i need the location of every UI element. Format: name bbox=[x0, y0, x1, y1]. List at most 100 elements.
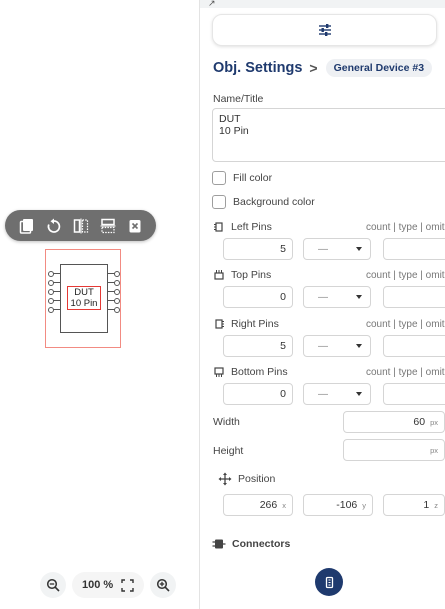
rotate-icon[interactable] bbox=[44, 216, 64, 236]
device-label: DUT 10 Pin bbox=[67, 286, 101, 310]
bottom-pins-label: Bottom Pins bbox=[231, 366, 288, 378]
height-input[interactable]: px bbox=[343, 439, 445, 461]
diagram-canvas[interactable]: DUT 10 Pin 100 % bbox=[0, 0, 200, 609]
position-y-input[interactable]: -106 y bbox=[303, 494, 373, 516]
connectors-label: Connectors bbox=[232, 538, 291, 550]
chip-icon bbox=[214, 270, 224, 280]
right-pins-header: Right Pins count | type | omit bbox=[213, 317, 445, 331]
device-label-line2: 10 Pin bbox=[70, 298, 98, 309]
zoom-in-button[interactable] bbox=[150, 572, 177, 598]
left-pin[interactable] bbox=[48, 271, 60, 277]
bottom-pins-hint: count | type | omit bbox=[366, 366, 445, 378]
left-pins-hint: count | type | omit bbox=[366, 221, 445, 233]
background-color-row[interactable]: Background color bbox=[212, 194, 315, 210]
position-z-unit: z bbox=[434, 500, 438, 510]
height-label: Height bbox=[213, 445, 244, 457]
left-pins-omit-input[interactable] bbox=[383, 238, 445, 260]
top-pins-type-select[interactable]: — bbox=[303, 286, 371, 308]
flip-horizontal-icon[interactable] bbox=[71, 216, 91, 236]
sliders-icon bbox=[318, 24, 331, 36]
connector-action-button[interactable] bbox=[315, 568, 343, 596]
right-pin[interactable] bbox=[108, 271, 120, 277]
breadcrumb: Obj. Settings > General Device #3 bbox=[213, 58, 433, 78]
left-pins-count: 5 bbox=[280, 243, 286, 255]
left-pins-count-input[interactable]: 5 bbox=[223, 238, 293, 260]
right-pin[interactable] bbox=[108, 298, 120, 304]
bottom-pins-count-input[interactable]: 0 bbox=[223, 383, 293, 405]
left-pin[interactable] bbox=[48, 298, 60, 304]
zoom-out-button[interactable] bbox=[40, 572, 66, 598]
bottom-pins-header: Bottom Pins count | type | omit bbox=[213, 365, 445, 379]
panel-top-strip: ↗ bbox=[200, 0, 445, 8]
right-pins-label: Right Pins bbox=[231, 318, 279, 330]
right-pin[interactable] bbox=[108, 307, 120, 313]
delete-icon[interactable] bbox=[125, 216, 145, 236]
chip-icon bbox=[214, 367, 224, 377]
flip-vertical-icon[interactable] bbox=[98, 216, 118, 236]
chip-icon bbox=[215, 319, 224, 329]
breadcrumb-title[interactable]: Obj. Settings bbox=[213, 60, 302, 76]
top-pins-hint: count | type | omit bbox=[366, 269, 445, 281]
position-y-unit: y bbox=[362, 500, 366, 510]
position-z-input[interactable]: 1 z bbox=[383, 494, 445, 516]
left-pin[interactable] bbox=[48, 307, 60, 313]
top-pins-count: 0 bbox=[280, 291, 286, 303]
zoom-level: 100 % bbox=[82, 579, 114, 591]
right-pins-hint: count | type | omit bbox=[366, 318, 445, 330]
position-y-value: -106 bbox=[336, 499, 358, 511]
bottom-pins-omit-input[interactable] bbox=[383, 383, 445, 405]
position-x-unit: x bbox=[282, 500, 286, 510]
bottom-pins-type-select[interactable]: — bbox=[303, 383, 371, 405]
bottom-pins-type: — bbox=[318, 388, 328, 400]
connectors-section[interactable]: Connectors bbox=[212, 537, 290, 551]
copy-icon[interactable] bbox=[17, 216, 37, 236]
left-pin[interactable] bbox=[48, 289, 60, 295]
position-x-value: 266 bbox=[259, 499, 278, 511]
fit-screen-icon[interactable] bbox=[121, 578, 134, 592]
device-label-line1: DUT bbox=[74, 287, 94, 298]
right-pin[interactable] bbox=[108, 289, 120, 295]
width-label: Width bbox=[213, 416, 240, 428]
position-x-input[interactable]: 266 x bbox=[223, 494, 293, 516]
width-input[interactable]: 60 px bbox=[343, 411, 445, 433]
breadcrumb-separator: > bbox=[309, 60, 318, 76]
background-color-label: Background color bbox=[233, 196, 315, 208]
zoom-out-icon bbox=[46, 578, 60, 592]
top-pins-count-input[interactable]: 0 bbox=[223, 286, 293, 308]
right-pin[interactable] bbox=[108, 280, 120, 286]
left-pins-type-select[interactable]: — bbox=[303, 238, 371, 260]
right-pins-type: — bbox=[318, 340, 328, 352]
right-pins-count-input[interactable]: 5 bbox=[223, 335, 293, 357]
breadcrumb-chip[interactable]: General Device #3 bbox=[325, 59, 433, 77]
plug-icon bbox=[325, 576, 333, 588]
left-pin[interactable] bbox=[48, 280, 60, 286]
left-pins-header: Left Pins count | type | omit bbox=[213, 220, 445, 234]
zoom-controls: 100 % bbox=[40, 572, 177, 598]
move-icon bbox=[218, 472, 232, 486]
height-unit: px bbox=[430, 445, 438, 455]
name-title-label: Name/Title bbox=[213, 93, 264, 105]
fill-color-label: Fill color bbox=[233, 172, 273, 184]
background-color-checkbox[interactable] bbox=[212, 195, 226, 209]
settings-tab[interactable] bbox=[212, 14, 437, 46]
object-toolbar bbox=[5, 210, 156, 241]
top-pins-type: — bbox=[318, 291, 328, 303]
chevron-icon[interactable]: ↗ bbox=[208, 0, 216, 9]
position-header: Position bbox=[218, 472, 275, 486]
position-z-value: 1 bbox=[423, 499, 430, 511]
name-title-field[interactable]: DUT 10 Pin bbox=[212, 108, 445, 162]
right-pins-type-select[interactable]: — bbox=[303, 335, 371, 357]
left-pins-type: — bbox=[318, 243, 328, 255]
width-value: 60 bbox=[413, 416, 426, 428]
left-pins-label: Left Pins bbox=[231, 221, 272, 233]
zoom-level-pill[interactable]: 100 % bbox=[72, 572, 145, 598]
properties-panel: ↗ Obj. Settings > General Device #3 Name… bbox=[199, 0, 445, 609]
top-pins-omit-input[interactable] bbox=[383, 286, 445, 308]
position-label: Position bbox=[238, 473, 276, 485]
plug-icon bbox=[212, 539, 226, 549]
right-pins-omit-input[interactable] bbox=[383, 335, 445, 357]
fill-color-checkbox[interactable] bbox=[212, 171, 226, 185]
fill-color-row[interactable]: Fill color bbox=[212, 170, 272, 186]
bottom-pins-count: 0 bbox=[280, 388, 286, 400]
chip-icon bbox=[214, 222, 223, 232]
